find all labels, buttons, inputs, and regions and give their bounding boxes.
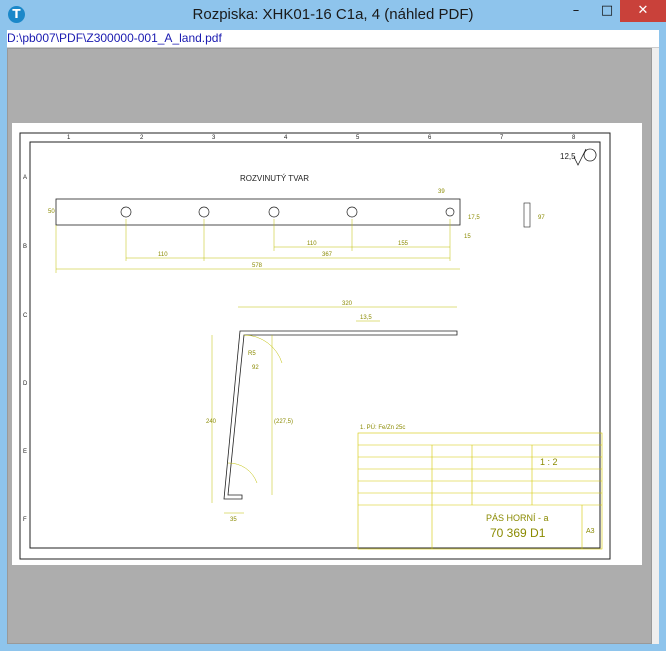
dim-227-5: (227,5) (274, 419, 293, 425)
application-window: T Rozpiska: XHK01-16 C1a, 4 (náhled PDF)… (0, 0, 666, 651)
sheet-size: A3 (586, 528, 595, 535)
file-path-label: D:\pb007\PDF\Z300000-001_A_land.pdf (7, 30, 659, 48)
bent-dimensions (211, 306, 457, 514)
column-labels: 1 2 3 4 5 6 7 8 (67, 135, 576, 141)
dim-240: 240 (206, 419, 217, 425)
col-label-1: 1 (67, 135, 71, 141)
col-label-8: 8 (572, 135, 576, 141)
row-label-e: E (23, 449, 27, 455)
row-label-c: C (23, 313, 28, 319)
col-label-4: 4 (284, 135, 288, 141)
col-label-5: 5 (356, 135, 360, 141)
dim-110a: 110 (158, 252, 168, 258)
surface-finish-icon (573, 148, 597, 166)
dim-578: 578 (252, 263, 263, 269)
bent-profile (223, 330, 458, 500)
drawing-outer-frame (19, 132, 611, 560)
col-label-6: 6 (428, 135, 432, 141)
row-labels: A B C D E F (23, 175, 28, 523)
dim-50: 50 (48, 209, 55, 215)
vertical-scrollbar[interactable] (652, 48, 659, 644)
part-number: 70 369 D1 (490, 526, 546, 540)
row-label-f: F (23, 517, 27, 523)
col-label-7: 7 (500, 135, 504, 141)
dim-155: 155 (398, 241, 409, 247)
title-bar[interactable]: T Rozpiska: XHK01-16 C1a, 4 (náhled PDF)… (0, 0, 666, 30)
maximize-button[interactable]: □ (592, 0, 622, 22)
row-label-b: B (23, 244, 27, 250)
client-area: D:\pb007\PDF\Z300000-001_A_land.pdf 1 2 … (7, 30, 659, 644)
dim-110b: 110 (307, 241, 317, 247)
technical-drawing: 1 2 3 4 5 6 7 8 A B C D E F 12,5 ROZVINU… (19, 132, 611, 560)
section-view-small (523, 202, 531, 228)
drawing-inner-frame (29, 141, 601, 549)
scale-value: 1 : 2 (540, 457, 558, 467)
dim-320: 320 (342, 301, 353, 307)
part-name: PÁS HORNÍ - a (486, 513, 549, 523)
dim-39: 39 (438, 189, 445, 195)
close-button[interactable]: ✕ (620, 0, 666, 22)
dim-r5: R5 (248, 351, 256, 357)
row-label-a: A (23, 175, 27, 181)
pdf-viewer[interactable]: 1 2 3 4 5 6 7 8 A B C D E F 12,5 ROZVINU… (7, 48, 652, 644)
dim-92: 92 (252, 365, 259, 371)
minimize-button[interactable]: – (561, 0, 591, 22)
dim-17-5: 17,5 (468, 215, 480, 221)
strip-holes (120, 206, 455, 218)
unfolded-dimension-labels: 578 110 367 110 155 50 15 17,5 39 97 (48, 189, 545, 269)
dim-367: 367 (322, 252, 333, 258)
dim-13-5: 13,5 (360, 315, 372, 321)
title-block (357, 432, 603, 550)
dim-97: 97 (538, 215, 545, 221)
coating-note: 1. PÚ: Fe/Zn 25c (360, 424, 405, 431)
surface-finish-value: 12,5 (560, 152, 576, 161)
bent-dimension-labels: 320 13,5 240 (227,5) 35 R5 92 (206, 301, 372, 523)
pdf-page: 1 2 3 4 5 6 7 8 A B C D E F 12,5 ROZVINU… (12, 123, 642, 565)
unfolded-strip (55, 198, 461, 226)
col-label-2: 2 (140, 135, 144, 141)
row-label-d: D (23, 381, 28, 387)
col-label-3: 3 (212, 135, 216, 141)
unfolded-shape-label: ROZVINUTÝ TVAR (240, 174, 309, 183)
dim-35: 35 (230, 517, 237, 523)
dim-15: 15 (464, 234, 471, 240)
